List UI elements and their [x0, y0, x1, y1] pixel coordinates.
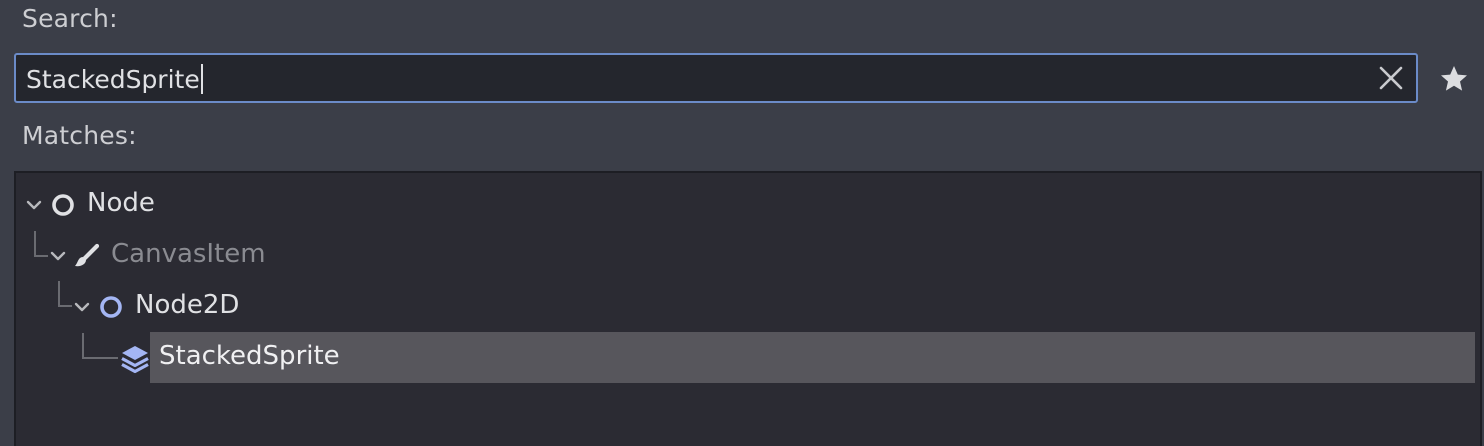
chevron-down-icon[interactable]: [74, 301, 90, 313]
circle-node-icon: [52, 194, 74, 216]
tree-item-node2d[interactable]: Node2D: [16, 282, 1476, 332]
tree-item-label: Node2D: [135, 290, 240, 320]
tree-item-label: CanvasItem: [111, 239, 266, 269]
brush-icon: [75, 243, 100, 267]
layers-icon: [121, 346, 149, 374]
matches-label: Matches:: [22, 121, 137, 150]
chevron-down-icon[interactable]: [26, 199, 42, 211]
star-icon[interactable]: [1438, 63, 1470, 95]
chevron-down-icon[interactable]: [50, 250, 66, 262]
close-icon[interactable]: [1376, 63, 1406, 93]
search-value: StackedSprite: [26, 65, 200, 94]
tree-item-label: StackedSprite: [159, 341, 340, 371]
tree-item-stackedsprite[interactable]: StackedSprite: [16, 333, 1476, 383]
search-input[interactable]: StackedSprite: [14, 53, 1418, 103]
tree-item-label: Node: [87, 188, 155, 218]
circle-node2d-icon: [100, 296, 122, 318]
matches-tree[interactable]: Node CanvasItem Node2D StackedSprite: [14, 171, 1482, 446]
search-label: Search:: [22, 4, 118, 33]
tree-item-node[interactable]: Node: [16, 180, 1476, 230]
text-caret: [200, 64, 203, 94]
tree-item-canvasitem[interactable]: CanvasItem: [16, 231, 1476, 281]
create-node-dialog: Search: StackedSprite Matches: Node Canv…: [0, 0, 1484, 446]
